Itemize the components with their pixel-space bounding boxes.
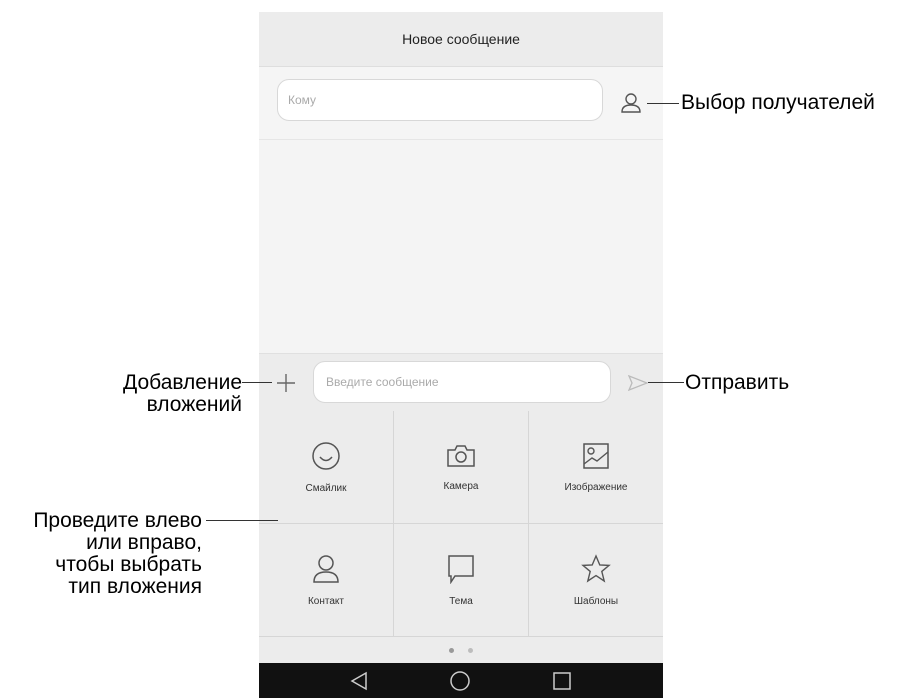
attachment-image[interactable]: Изображение xyxy=(529,411,663,524)
recipient-row: Кому xyxy=(259,67,663,140)
attachment-label: Тема xyxy=(449,595,473,607)
recipient-input[interactable]: Кому xyxy=(277,79,603,121)
callout-attachments: Добавление вложений xyxy=(80,372,242,416)
attachment-label: Изображение xyxy=(564,481,628,493)
phone-screen: Новое сообщение Кому Введите сообщение С… xyxy=(259,12,663,698)
attachment-templates[interactable]: Шаблоны xyxy=(529,524,663,637)
callout-line-swipe xyxy=(206,520,278,521)
image-icon xyxy=(583,442,609,469)
back-icon[interactable] xyxy=(350,671,368,691)
attachment-contact[interactable]: Контакт xyxy=(259,524,394,637)
callout-swipe-line4: тип вложения xyxy=(68,575,202,598)
subject-icon xyxy=(448,554,474,584)
callout-line-send xyxy=(648,382,684,383)
message-input[interactable]: Введите сообщение xyxy=(313,361,611,403)
callout-attachments-line2: вложений xyxy=(146,393,242,416)
select-recipient-button[interactable] xyxy=(617,89,645,117)
callout-swipe-line3: чтобы выбрать xyxy=(55,553,202,576)
callout-swipe-line1: Проведите влево xyxy=(33,509,202,532)
star-icon xyxy=(581,553,611,583)
attachment-label: Шаблоны xyxy=(573,595,619,607)
attachment-label: Камера xyxy=(443,480,479,492)
page-dot xyxy=(468,647,473,653)
recipient-placeholder: Кому xyxy=(288,93,317,107)
send-button[interactable] xyxy=(625,370,651,396)
message-placeholder: Введите сообщение xyxy=(326,375,439,389)
person-icon xyxy=(621,93,641,113)
camera-icon xyxy=(447,444,475,467)
callout-attachments-line1: Добавление xyxy=(123,371,242,394)
page-indicator xyxy=(259,637,663,663)
send-icon xyxy=(628,375,648,391)
home-icon[interactable] xyxy=(449,670,471,692)
page-title: Новое сообщение xyxy=(402,31,520,47)
attachment-label: Смайлик xyxy=(305,482,347,494)
smiley-icon xyxy=(312,441,340,470)
callout-swipe-line2: или вправо, xyxy=(86,531,202,554)
attachment-subject[interactable]: Тема xyxy=(394,524,529,637)
plus-icon xyxy=(277,374,295,392)
add-attachment-button[interactable] xyxy=(273,370,299,396)
callout-line-attachments xyxy=(242,382,272,383)
attachment-grid: Смайлик Камера Изображение Контакт Тема … xyxy=(259,411,663,637)
recent-apps-icon[interactable] xyxy=(552,671,572,691)
navigation-bar xyxy=(259,663,663,698)
contact-icon xyxy=(313,554,339,583)
callout-line-recipients xyxy=(647,103,679,104)
attachment-label: Контакт xyxy=(307,595,344,607)
compose-row: Введите сообщение xyxy=(259,353,663,413)
callout-swipe: Проведите влево или вправо, чтобы выбрат… xyxy=(0,510,202,598)
attachment-smiley[interactable]: Смайлик xyxy=(259,411,394,524)
page-dot-active xyxy=(449,647,454,653)
callout-recipients: Выбор получателей xyxy=(681,91,875,114)
app-header: Новое сообщение xyxy=(259,12,663,67)
attachment-camera[interactable]: Камера xyxy=(394,411,529,524)
callout-send: Отправить xyxy=(685,371,790,394)
